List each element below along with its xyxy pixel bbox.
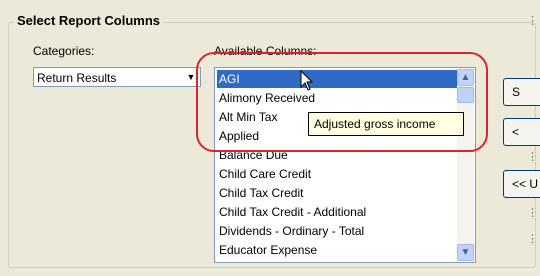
chevron-down-icon[interactable]: ▼ bbox=[183, 69, 199, 85]
select-button[interactable]: S bbox=[503, 78, 540, 106]
list-item-child-care-credit[interactable]: Child Care Credit bbox=[219, 165, 311, 183]
grip-icon: ⋮ bbox=[527, 15, 538, 27]
list-item-child-tax-credit-additional[interactable]: Child Tax Credit - Additional bbox=[219, 203, 366, 221]
list-item-applied[interactable]: Applied bbox=[219, 127, 259, 145]
categories-label: Categories: bbox=[33, 44, 95, 58]
available-columns-label: Available Columns: bbox=[214, 44, 317, 58]
list-item-balance-due[interactable]: Balance Due bbox=[219, 146, 288, 164]
mouse-pointer-icon bbox=[300, 70, 314, 91]
categories-dropdown[interactable]: Return Results ▼ bbox=[33, 67, 201, 87]
grip-icon: ⋮ bbox=[527, 151, 538, 163]
categories-selected-value: Return Results bbox=[37, 71, 117, 85]
scroll-down-arrow-icon[interactable]: ▼ bbox=[457, 244, 474, 261]
list-item-alt-min-tax[interactable]: Alt Min Tax bbox=[219, 108, 277, 126]
scroll-up-arrow-icon[interactable]: ▲ bbox=[457, 69, 474, 86]
remove-button[interactable]: < bbox=[503, 118, 540, 146]
report-columns-dialog: Select Report Columns Categories: Return… bbox=[0, 0, 540, 276]
list-item-child-tax-credit[interactable]: Child Tax Credit bbox=[219, 184, 303, 202]
column-tooltip: Adjusted gross income bbox=[308, 112, 464, 136]
list-item-educator-expense[interactable]: Educator Expense bbox=[219, 241, 317, 259]
available-columns-list[interactable]: AGI Alimony Received Alt Min Tax Applied… bbox=[214, 67, 476, 263]
list-item-agi[interactable]: AGI bbox=[217, 70, 457, 88]
grip-icon: ⋮ bbox=[527, 233, 538, 245]
remove-all-button[interactable]: << U bbox=[503, 170, 540, 198]
groupbox-title: Select Report Columns bbox=[14, 13, 164, 28]
scrollbar-thumb[interactable] bbox=[457, 87, 474, 103]
list-scrollbar[interactable]: ▲ ▼ bbox=[457, 69, 474, 261]
list-item-dividends-ordinary-total[interactable]: Dividends - Ordinary - Total bbox=[219, 222, 364, 240]
grip-icon: ⋮ bbox=[527, 207, 538, 219]
